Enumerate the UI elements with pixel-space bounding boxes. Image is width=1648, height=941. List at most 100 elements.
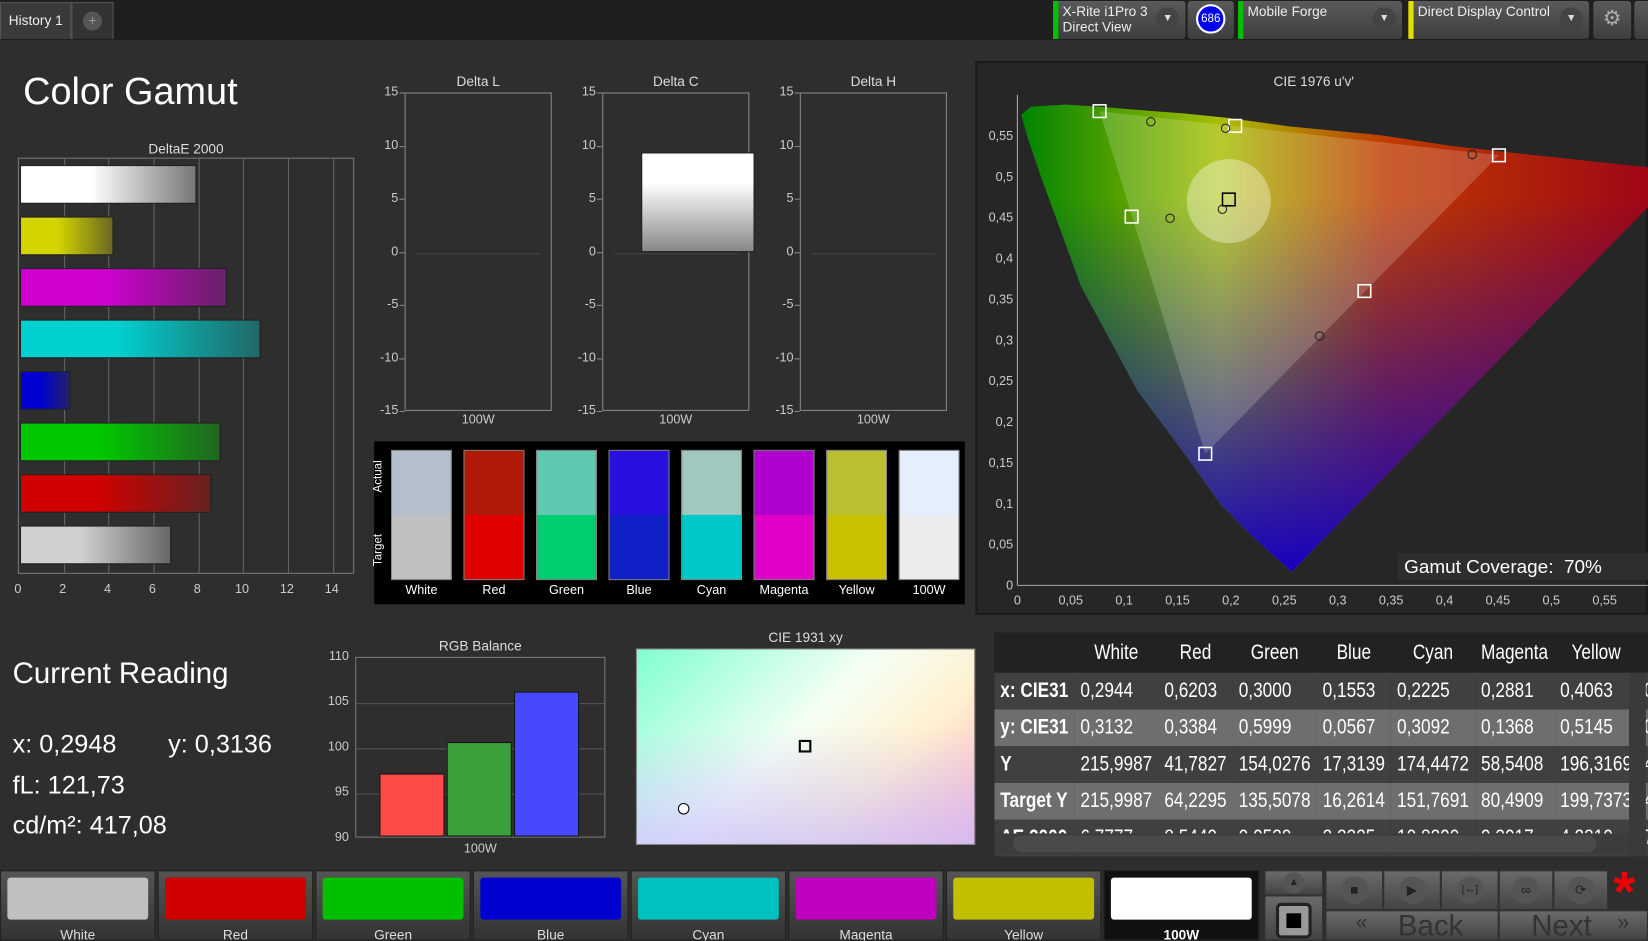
back-button[interactable]: « Back: [1325, 909, 1499, 941]
table-cell: 0,1368: [1480, 715, 1534, 739]
delta-tick-label: 0: [588, 243, 596, 259]
y-tick-label: 0,45: [989, 211, 1014, 225]
settings-button[interactable]: ⚙: [1593, 1, 1632, 39]
column-header: Green: [1232, 632, 1317, 673]
deltae-title: DeltaE 2000: [148, 140, 224, 157]
vertical-scrollbar[interactable]: [1629, 672, 1646, 857]
gridline: [243, 158, 245, 573]
tick-mark: [794, 357, 800, 359]
delta-tick-label: -5: [387, 296, 399, 312]
source-dropdown[interactable]: Mobile Forge ▼: [1238, 1, 1403, 39]
x-tick-label: 0,45: [1486, 593, 1511, 607]
swatch-label: Green: [548, 582, 585, 597]
horizontal-scrollbar[interactable]: [994, 833, 1630, 855]
delta-tick-label: 0: [391, 243, 399, 259]
next-label: Next: [1531, 909, 1592, 941]
patch-toggle-button[interactable]: [1264, 895, 1324, 941]
stop-button[interactable]: ■: [1325, 870, 1384, 911]
add-tab-button[interactable]: +: [71, 2, 114, 39]
rgb-bar-b: [513, 691, 580, 837]
display-dropdown[interactable]: Direct Display Control ▼: [1408, 1, 1590, 39]
table-cell: 0,6203: [1164, 678, 1218, 703]
patch-button-yellow[interactable]: Yellow: [945, 870, 1102, 941]
swatch-actual: [537, 450, 596, 515]
delta-tick-label: 10: [779, 137, 794, 152]
next-button[interactable]: Next »: [1498, 909, 1648, 941]
stop-icon: ■: [1340, 876, 1368, 904]
play-button[interactable]: ▶: [1383, 870, 1441, 911]
y-tick-label: 0: [1006, 579, 1013, 593]
meter-dropdown[interactable]: X-Rite i1Pro 3 Direct View ▼: [1053, 1, 1186, 39]
delta-tick-label: 10: [581, 137, 596, 152]
delta-tick-label: -5: [782, 296, 794, 312]
x-tick-label: 0,5: [1543, 593, 1561, 607]
patch-button-blue[interactable]: Blue: [472, 870, 629, 941]
swatch-label: Blue: [626, 582, 652, 597]
deltae-bar-magenta: [19, 268, 228, 307]
deltae-tick-label: 12: [279, 581, 294, 596]
fit-icon: [↔]: [1456, 876, 1484, 904]
x-tick-label: 0,2: [1222, 593, 1240, 607]
actual-label: Actual: [372, 460, 385, 493]
patch-label: Red: [222, 926, 248, 941]
meter-badge: 686: [1196, 4, 1226, 34]
swatch-actual: [682, 450, 741, 515]
x-tick-label: 0: [1014, 593, 1021, 607]
meter-badge-box[interactable]: 686: [1187, 1, 1234, 39]
table-cell: 0,2881: [1480, 678, 1534, 703]
tab-history-1[interactable]: History 1: [0, 2, 72, 39]
patch-button-white[interactable]: White: [0, 870, 156, 941]
patch-label: Blue: [537, 926, 565, 941]
y-tick-label: 0,05: [989, 538, 1014, 552]
patch-color: [795, 877, 937, 920]
patch-color: [1110, 877, 1252, 920]
table-cell: 0,2944: [1080, 678, 1134, 703]
tick-mark: [399, 145, 405, 147]
delta-tick-label: 15: [779, 84, 794, 99]
delta-category-label: 100W: [659, 411, 693, 427]
delta-tick-label: 5: [786, 190, 794, 205]
table-cell: 16,2614: [1322, 789, 1385, 813]
up-button[interactable]: ▲: [1264, 870, 1324, 896]
x-tick-label: 0,05: [1058, 593, 1083, 607]
patch-color: [953, 877, 1095, 920]
extra-button[interactable]: [1634, 1, 1648, 39]
chevron-down-icon: ▼: [1372, 7, 1396, 31]
deltae-bar-gray: [19, 525, 172, 565]
table-cell: 135,5078: [1238, 789, 1311, 813]
x-tick-label: 0,1: [1115, 593, 1133, 607]
patch-label: Yellow: [1004, 926, 1044, 941]
delta-tick-label: 15: [384, 84, 399, 99]
swatch-100w: [898, 449, 960, 581]
table-cell: 0,5145: [1560, 715, 1613, 739]
delta-tick-label: 10: [384, 137, 399, 152]
patch-button-magenta[interactable]: Magenta: [788, 870, 944, 941]
refresh-button[interactable]: ⟳: [1553, 870, 1609, 911]
patch-label: Cyan: [692, 926, 725, 941]
swatch-target: [464, 514, 524, 580]
patch-color: [480, 877, 622, 920]
swatch-yellow: [826, 449, 888, 581]
column-header: Blue: [1316, 632, 1392, 673]
double-chevron-right-icon: »: [1617, 911, 1630, 935]
chevron-down-icon: ▼: [1156, 7, 1180, 31]
table-cell: 0,4063: [1560, 678, 1613, 703]
back-label: Back: [1397, 909, 1464, 941]
table-cell: 0,5999: [1238, 715, 1292, 739]
table-cell: x: CIE31: [1000, 678, 1069, 703]
play-icon: ▶: [1398, 876, 1426, 904]
patch-button-cyan[interactable]: Cyan: [630, 870, 787, 941]
tick-mark: [596, 145, 603, 147]
delta-tick-label: -10: [775, 349, 794, 365]
patch-button-100w[interactable]: 100W: [1103, 870, 1260, 941]
swatch-target: [682, 514, 741, 580]
table-row: y: CIE31 0,3132 0,3384 0,5999 0,0567 0,3092 0,…: [994, 709, 1648, 747]
swatch-actual: [827, 450, 886, 515]
fit-button[interactable]: [↔]: [1440, 870, 1499, 911]
patch-label: Green: [374, 926, 413, 941]
rgb-bar-g: [446, 741, 512, 837]
scrollbar-thumb[interactable]: [1013, 835, 1597, 853]
patch-button-green[interactable]: Green: [315, 870, 471, 941]
loop-button[interactable]: ∞: [1498, 870, 1554, 911]
patch-button-red[interactable]: Red: [157, 870, 314, 941]
